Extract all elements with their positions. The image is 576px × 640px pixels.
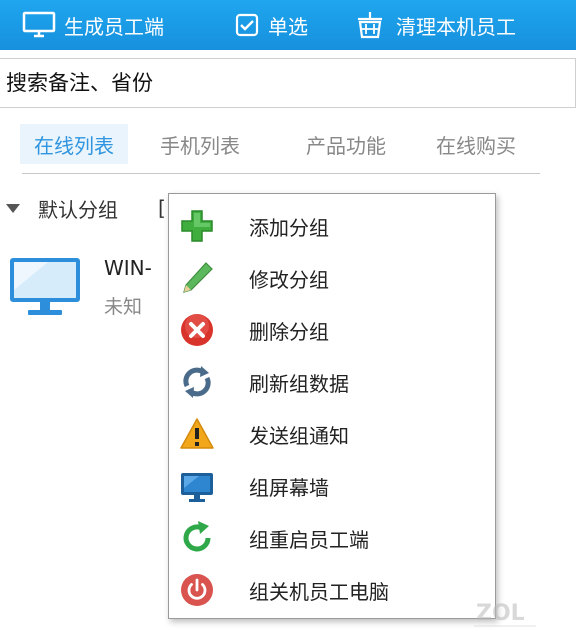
top-toolbar: 生成员工端 单选 清理本机员工: [0, 0, 576, 50]
menu-item-delete-group[interactable]: 删除分组: [169, 305, 495, 355]
menu-item-send-notice[interactable]: 发送组通知: [169, 409, 495, 459]
single-select-label: 单选: [268, 14, 308, 39]
computer-name: WIN-: [104, 256, 152, 280]
group-default[interactable]: 默认分组: [0, 190, 118, 226]
menu-item-label: 添加分组: [249, 215, 329, 240]
power-icon: [177, 572, 217, 608]
menu-item-label: 删除分组: [249, 319, 329, 344]
menu-item-label: 修改分组: [249, 267, 329, 292]
menu-item-shutdown-clients[interactable]: 组关机员工电脑: [169, 565, 495, 615]
collapse-arrow-icon: [6, 203, 20, 213]
generate-client-label: 生成员工端: [64, 14, 164, 39]
tab-product-features-label: 产品功能: [306, 133, 386, 158]
computer-icon: [8, 256, 82, 322]
menu-item-edit-group[interactable]: 修改分组: [169, 253, 495, 303]
menu-item-label: 组屏幕墙: [249, 475, 329, 500]
tab-phone-list-label: 手机列表: [160, 133, 240, 158]
clean-client-label: 清理本机员工: [396, 14, 516, 39]
menu-item-label: 组关机员工电脑: [249, 579, 389, 604]
menu-item-label: 组重启员工端: [249, 527, 369, 552]
tab-buy-online-label: 在线购买: [436, 133, 516, 158]
menu-item-screen-wall[interactable]: 组屏幕墙: [169, 461, 495, 511]
search-box: [0, 58, 576, 108]
plus-icon: [177, 208, 217, 244]
clean-client-button[interactable]: 清理本机员工: [352, 0, 516, 50]
restart-icon: [177, 520, 217, 556]
tab-bar: 在线列表 手机列表 产品功能 在线购买: [0, 118, 576, 174]
tab-online-list-label: 在线列表: [34, 133, 114, 158]
monitor-icon: [22, 11, 56, 39]
refresh-icon: [177, 364, 217, 400]
group-count-bracket: [: [158, 196, 166, 220]
delete-icon: [177, 312, 217, 348]
zol-watermark-logo: ZOL: [470, 596, 540, 632]
monitor-icon: [177, 468, 217, 504]
basket-icon: [352, 10, 388, 40]
generate-client-button[interactable]: 生成员工端: [22, 0, 164, 50]
tab-phone-list[interactable]: 手机列表: [160, 124, 240, 164]
computer-list-item[interactable]: WIN- 未知: [0, 248, 170, 328]
search-input[interactable]: [0, 59, 572, 107]
single-select-button[interactable]: 单选: [234, 0, 308, 50]
tabs-divider: [22, 173, 540, 174]
menu-item-refresh-group[interactable]: 刷新组数据: [169, 357, 495, 407]
computer-status: 未知: [104, 296, 143, 318]
warning-icon: [177, 416, 217, 452]
group-context-menu: 添加分组 修改分组 删除分组 刷新组数据 发送组通知 组屏幕墙 组重启员工端 组…: [168, 193, 496, 619]
tab-online-list[interactable]: 在线列表: [20, 124, 128, 164]
tab-product-features[interactable]: 产品功能: [306, 124, 386, 164]
watermark-text: ZOL: [476, 601, 525, 626]
menu-item-add-group[interactable]: 添加分组: [169, 201, 495, 251]
checkbox-icon: [234, 12, 260, 38]
menu-item-label: 刷新组数据: [249, 371, 349, 396]
menu-item-label: 发送组通知: [249, 423, 349, 448]
menu-item-restart-clients[interactable]: 组重启员工端: [169, 513, 495, 563]
pencil-icon: [177, 260, 217, 296]
group-label: 默认分组: [38, 197, 118, 222]
tab-buy-online[interactable]: 在线购买: [436, 124, 516, 164]
